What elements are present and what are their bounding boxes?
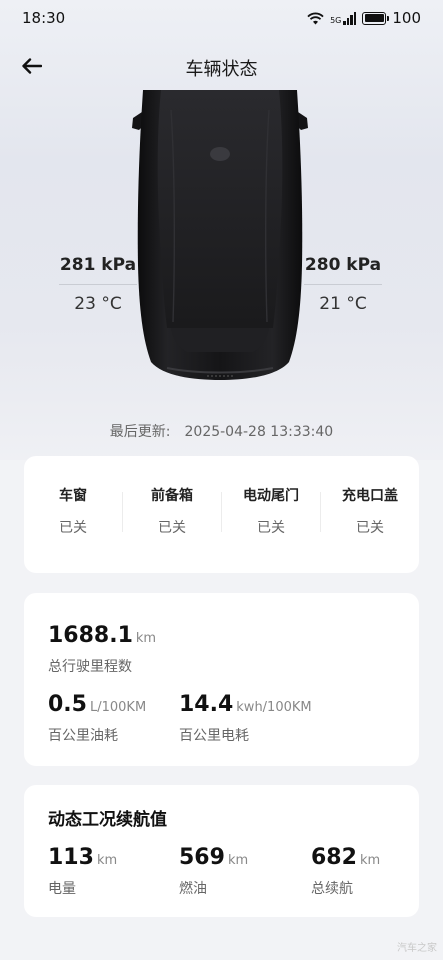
tire-temperature: 21 °C <box>319 294 367 314</box>
last-update-time: 2025-04-28 13:33:40 <box>184 424 334 440</box>
status-item-value: 已关 <box>257 520 285 536</box>
wifi-icon <box>307 12 324 24</box>
metric-unit: km <box>359 853 381 868</box>
status-item-value: 已关 <box>356 520 384 536</box>
range-title: 动态工况续航值 <box>48 810 167 830</box>
tire-front-left: 281 kPa 23 °C <box>53 255 143 314</box>
divider <box>304 284 382 285</box>
header: 车辆状态 <box>0 46 443 86</box>
metric-label: 电量 <box>48 881 76 897</box>
driving-metrics-card: 1688.1 km 总行驶里程数 0.5 L/100KM 百公里油耗 14.4 kwh… <box>24 593 419 766</box>
metric-value: 0.5 <box>48 692 87 717</box>
metric-unit: L/100KM <box>89 700 147 715</box>
vehicle-status-card: 车窗 已关 前备箱 已关 电动尾门 已关 充电口盖 已关 <box>24 456 419 573</box>
tire-front-right: 280 kPa 21 °C <box>298 255 388 314</box>
battery-icon <box>362 11 390 25</box>
status-item-name: 前备箱 <box>151 488 193 504</box>
last-update: 最后更新: 2025-04-28 13:33:40 <box>0 421 443 441</box>
metric-unit: km <box>135 631 157 646</box>
odometer: 1688.1 km 总行驶里程数 <box>48 623 156 676</box>
metric-label: 总行驶里程数 <box>48 659 132 675</box>
status-time: 18:30 <box>22 9 66 27</box>
status-item-name: 车窗 <box>59 488 87 504</box>
status-item-value: 已关 <box>59 520 87 536</box>
tire-pressure: 280 kPa <box>304 255 382 275</box>
battery-level: 100 <box>392 9 421 27</box>
metric-unit: km <box>96 853 118 868</box>
metric-value: 1688.1 <box>48 623 133 648</box>
metric-value: 569 <box>179 845 225 870</box>
metric-value: 14.4 <box>179 692 234 717</box>
tire-pressure: 281 kPa <box>59 255 137 275</box>
metric-label: 百公里电耗 <box>179 728 249 744</box>
car-top-view-image <box>132 90 308 380</box>
range-electric: 113 km 电量 <box>48 845 117 898</box>
status-item-frunk: 前备箱 已关 <box>123 456 221 573</box>
metric-unit: kwh/100KM <box>236 700 312 715</box>
status-icons: 5G 100 <box>307 9 421 27</box>
status-item-name: 电动尾门 <box>243 488 299 504</box>
fuel-consumption: 0.5 L/100KM 百公里油耗 <box>48 692 146 745</box>
dynamic-range-card: 动态工况续航值 113 km 电量 569 km 燃油 682 km 总续航 <box>24 785 419 917</box>
status-item-name: 充电口盖 <box>342 488 398 504</box>
status-item-power-tailgate: 电动尾门 已关 <box>222 456 320 573</box>
page-title: 车辆状态 <box>185 59 258 80</box>
power-consumption: 14.4 kwh/100KM 百公里电耗 <box>179 692 312 745</box>
last-update-label: 最后更新: <box>109 424 171 440</box>
metric-label: 总续航 <box>311 881 353 897</box>
status-item-charge-port: 充电口盖 已关 <box>321 456 419 573</box>
metric-label: 燃油 <box>179 881 207 897</box>
status-item-window: 车窗 已关 <box>24 456 122 573</box>
status-bar: 18:30 5G 100 <box>0 0 443 38</box>
watermark: 汽车之家 <box>397 943 437 954</box>
metric-value: 682 <box>311 845 357 870</box>
range-fuel: 569 km 燃油 <box>179 845 248 898</box>
signal-icon: 5G <box>330 11 357 25</box>
metric-label: 百公里油耗 <box>48 728 118 744</box>
tire-temperature: 23 °C <box>74 294 122 314</box>
divider <box>59 284 137 285</box>
status-item-value: 已关 <box>158 520 186 536</box>
range-total: 682 km 总续航 <box>311 845 380 898</box>
metric-value: 113 <box>48 845 94 870</box>
metric-unit: km <box>227 853 249 868</box>
network-type: 5G <box>330 15 342 25</box>
